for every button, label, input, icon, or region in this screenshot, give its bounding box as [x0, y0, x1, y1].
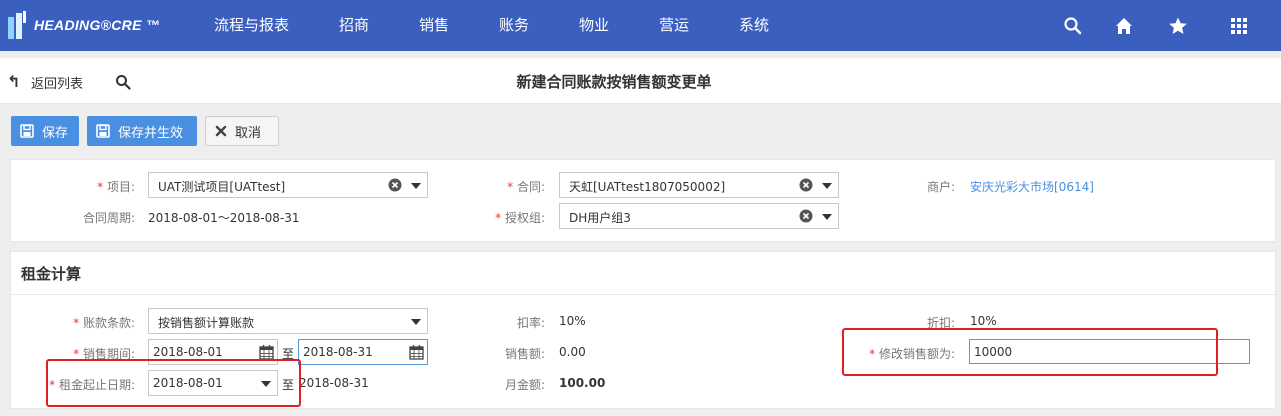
sales-end-value: 2018-08-31: [303, 345, 373, 359]
project-select[interactable]: UAT测试项目[UATtest]: [148, 172, 428, 198]
save-button[interactable]: 保存: [11, 116, 79, 146]
merchant-label: 商户:: [926, 180, 955, 194]
terms-label: * 账款条款:: [73, 316, 135, 330]
sales-amount-value: 0.00: [559, 345, 586, 359]
nav-item-system[interactable]: 系统: [739, 0, 769, 51]
monthly-amount-value: 100.00: [559, 376, 606, 390]
project-select-value: UAT测试项目[UATtest]: [158, 180, 286, 194]
contract-select[interactable]: 天虹[UATtest1807050002]: [559, 172, 839, 198]
terms-select-value: 按销售额计算账款: [158, 316, 255, 330]
calendar-icon[interactable]: [259, 344, 274, 360]
search-icon[interactable]: [1063, 16, 1083, 36]
save-icon: [20, 124, 34, 138]
page-header-bar: ↰ 返回列表 新建合同账款按销售额变更单: [0, 58, 1281, 104]
chevron-down-icon[interactable]: [822, 183, 832, 189]
clear-icon[interactable]: [799, 178, 813, 192]
save-button-label: 保存: [42, 125, 69, 141]
chevron-down-icon[interactable]: [411, 183, 421, 189]
nav-item-accounts[interactable]: 账务: [499, 0, 529, 51]
logo[interactable]: HEADING®CRE ™: [6, 10, 160, 40]
save-and-activate-label: 保存并生效: [118, 125, 184, 141]
star-icon[interactable]: [1168, 16, 1188, 36]
merchant-link[interactable]: 安庆光彩大市场[0614]: [970, 178, 1094, 195]
monthly-amount-label: 月金额:: [504, 378, 545, 392]
nav-item-reports[interactable]: 流程与报表: [214, 0, 289, 51]
nav-item-operations[interactable]: 营运: [659, 0, 689, 51]
logo-text: HEADING®CRE ™: [34, 17, 161, 33]
rate-value: 10%: [559, 314, 586, 328]
panel-title: 租金计算: [21, 265, 82, 283]
home-icon[interactable]: [1114, 16, 1134, 36]
contract-period-label: 合同周期:: [82, 211, 135, 225]
highlight-box-rent-period: [46, 359, 301, 407]
contract-select-value: 天虹[UATtest1807050002]: [569, 180, 726, 194]
save-and-activate-button[interactable]: 保存并生效: [87, 116, 197, 146]
close-icon: [215, 125, 227, 137]
contract-period-value: 2018-08-01～2018-08-31: [148, 211, 300, 225]
divider: [11, 294, 1275, 295]
logo-mark-icon: [6, 11, 28, 39]
rent-end-value: 2018-08-31: [299, 376, 369, 390]
top-nav: HEADING®CRE ™ 流程与报表 招商 销售 账务 物业 营运 系统: [0, 0, 1281, 51]
nav-item-property[interactable]: 物业: [579, 0, 609, 51]
nav-item-leasing[interactable]: 招商: [339, 0, 369, 51]
sales-end-date[interactable]: 2018-08-31: [298, 339, 428, 365]
discount-value: 10%: [970, 314, 997, 328]
clear-icon[interactable]: [799, 209, 813, 223]
contract-label: * 合同:: [507, 180, 545, 194]
nav-item-sales[interactable]: 销售: [419, 0, 449, 51]
cancel-button[interactable]: 取消: [205, 116, 279, 146]
chevron-down-icon[interactable]: [822, 214, 832, 220]
project-label: * 项目:: [97, 180, 135, 194]
grid-icon[interactable]: [1229, 16, 1249, 36]
sales-start-value: 2018-08-01: [153, 345, 223, 359]
auth-group-select-value: DH用户组3: [569, 211, 631, 225]
calendar-icon[interactable]: [409, 344, 424, 360]
save-icon: [96, 124, 110, 138]
clear-icon[interactable]: [388, 178, 402, 192]
rate-label: 扣率:: [516, 316, 545, 330]
cancel-button-label: 取消: [235, 125, 262, 141]
sales-amount-label: 销售额:: [504, 347, 545, 361]
terms-select[interactable]: 按销售额计算账款: [148, 308, 428, 334]
highlight-box-modify-sales: [842, 328, 1218, 376]
page-title: 新建合同账款按销售额变更单: [516, 73, 712, 91]
auth-group-label: * 授权组:: [495, 211, 545, 225]
auth-group-select[interactable]: DH用户组3: [559, 203, 839, 229]
chevron-down-icon[interactable]: [411, 319, 421, 325]
